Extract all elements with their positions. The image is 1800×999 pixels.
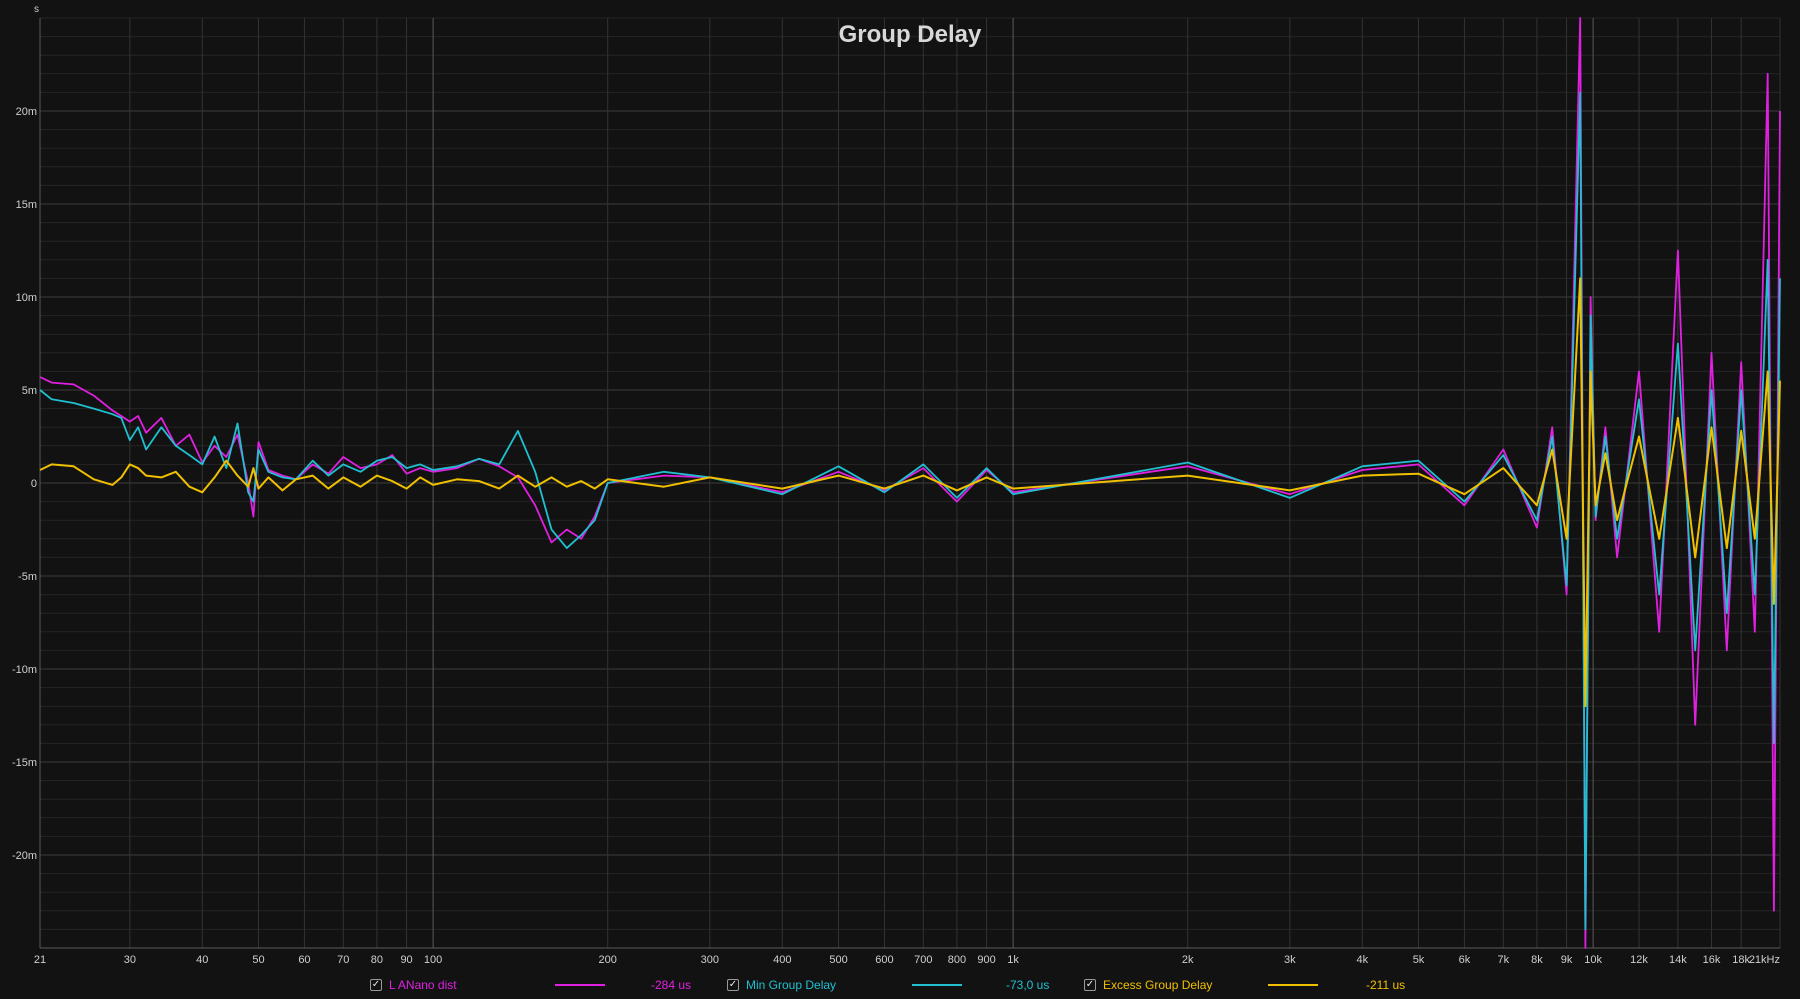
x-tick-label: 300 — [701, 954, 719, 966]
chart-title: Group Delay — [839, 21, 982, 48]
checkbox-checked-icon[interactable]: ✓ — [727, 979, 739, 991]
x-tick-label: 12k — [1630, 954, 1648, 966]
x-tick-label: 500 — [829, 954, 847, 966]
checkbox-checked-icon[interactable]: ✓ — [1084, 979, 1096, 991]
x-tick-label: 18k — [1732, 954, 1750, 966]
y-tick-label: -15m — [12, 757, 37, 769]
x-tick-label: 14k — [1669, 954, 1687, 966]
x-tick-label: 3k — [1284, 954, 1296, 966]
legend-line-swatch — [912, 984, 962, 986]
x-tick-label: 16k — [1703, 954, 1721, 966]
group-delay-chart: 21 30 40 50 60 70 80 90 100 200 300 400 500 600 700 800… — [0, 0, 1800, 971]
checkbox-checked-icon[interactable]: ✓ — [370, 979, 382, 991]
x-tick-label: 800 — [948, 954, 966, 966]
y-tick-label: 15m — [16, 199, 37, 211]
legend-line-swatch — [1268, 984, 1318, 986]
x-tick-label: 400 — [773, 954, 791, 966]
legend-item-l-anano-dist[interactable]: ✓ L ANano dist — [370, 975, 457, 995]
x-tick-label: 50 — [252, 954, 264, 966]
x-tick-label: 200 — [599, 954, 617, 966]
y-tick-label: -20m — [12, 850, 37, 862]
x-tick-label: 90 — [400, 954, 412, 966]
x-tick-label: 40 — [196, 954, 208, 966]
legend: ✓ L ANano dist -284 us ✓ Min Group Delay… — [0, 971, 1800, 999]
legend-value: -73,0 us — [1006, 978, 1050, 992]
x-tick-label: 60 — [298, 954, 310, 966]
x-tick-label: 5k — [1413, 954, 1425, 966]
y-tick-label: -5m — [18, 571, 37, 583]
y-tick-label: 5m — [22, 385, 37, 397]
x-tick-label: 900 — [977, 954, 995, 966]
x-tick-label: 9k — [1561, 954, 1573, 966]
y-tick-label: -10m — [12, 664, 37, 676]
y-tick-label: 20m — [16, 106, 37, 118]
x-tick-label: 1k — [1007, 954, 1019, 966]
y-axis-unit: s — [34, 4, 39, 15]
legend-label: Min Group Delay — [746, 978, 837, 992]
y-tick-label: 10m — [16, 292, 37, 304]
y-tick-label: 0 — [31, 478, 37, 490]
x-tick-label: 70 — [337, 954, 349, 966]
x-tick-label: 600 — [875, 954, 893, 966]
x-tick-label: 8k — [1531, 954, 1543, 966]
x-tick-label: 30 — [124, 954, 136, 966]
legend-item-min-group-delay[interactable]: ✓ Min Group Delay — [727, 975, 836, 995]
legend-value: -284 us — [651, 978, 692, 992]
x-tick-label: 21 — [34, 954, 46, 966]
x-tick-label: 10k — [1584, 954, 1602, 966]
plot-background — [0, 0, 1800, 971]
legend-item-excess-group-delay[interactable]: ✓ Excess Group Delay — [1084, 975, 1212, 995]
x-tick-label: 700 — [914, 954, 932, 966]
x-tick-label: 7k — [1497, 954, 1509, 966]
x-tick-label: 21kHz — [1749, 954, 1780, 966]
x-tick-label: 6k — [1459, 954, 1471, 966]
legend-label: Excess Group Delay — [1103, 978, 1213, 992]
x-tick-label: 80 — [371, 954, 383, 966]
legend-line-swatch — [555, 984, 605, 986]
x-tick-label: 100 — [424, 954, 442, 966]
x-tick-label: 4k — [1356, 954, 1368, 966]
x-tick-label: 2k — [1182, 954, 1194, 966]
legend-label: L ANano dist — [389, 978, 457, 992]
legend-value: -211 us — [1366, 978, 1406, 992]
